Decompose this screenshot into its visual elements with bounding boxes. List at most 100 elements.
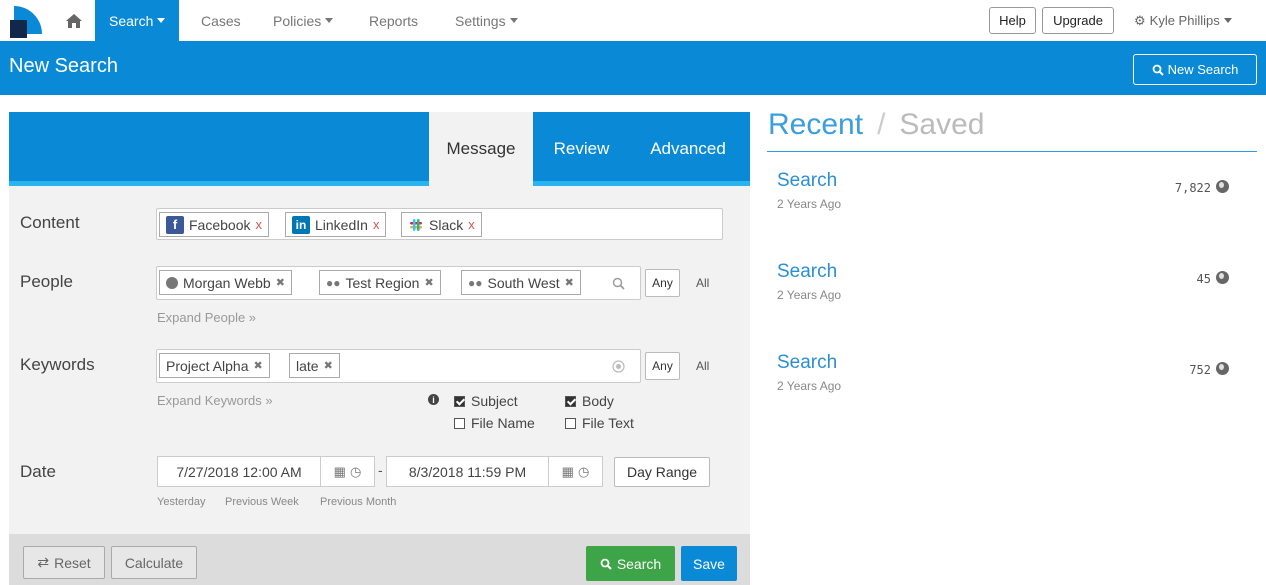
nav-reports-label: Reports xyxy=(369,12,419,29)
checkbox-icon xyxy=(454,395,465,407)
nav-policies-label: Policies xyxy=(273,12,322,29)
tab-recent[interactable]: Recent xyxy=(768,108,863,142)
content-input[interactable]: f Facebook x in LinkedIn x Slack x xyxy=(156,208,723,240)
people-input[interactable]: Morgan Webb ✖ ●● Test Region ✖ ●● South … xyxy=(156,266,641,300)
remove-tag-icon[interactable]: x xyxy=(373,217,380,232)
recent-item[interactable]: Search 2 Years Ago 752 xyxy=(777,352,1237,402)
checkbox-icon xyxy=(454,417,465,429)
upgrade-button[interactable]: Upgrade xyxy=(1042,7,1114,34)
globe-icon xyxy=(1216,271,1229,284)
logo[interactable] xyxy=(10,6,42,38)
recent-item-name[interactable]: Search xyxy=(777,170,837,192)
user-menu[interactable]: ⚙ Kyle Phillips xyxy=(1134,0,1232,41)
check-label: Subject xyxy=(471,393,518,409)
tag-label: Facebook xyxy=(189,216,251,233)
nav-policies[interactable]: Policies xyxy=(273,0,334,41)
expand-people-link[interactable]: Expand People » xyxy=(157,310,256,325)
home-icon[interactable] xyxy=(55,0,92,41)
reset-label: Reset xyxy=(54,554,91,571)
check-subject[interactable]: Subject xyxy=(454,393,518,409)
people-label: People xyxy=(20,272,73,291)
check-file-text[interactable]: File Text xyxy=(565,415,634,431)
keywords-label: Keywords xyxy=(20,355,95,374)
page-title: New Search xyxy=(9,55,118,77)
help-button[interactable]: Help xyxy=(989,7,1036,34)
content-tag-facebook: f Facebook x xyxy=(159,212,269,237)
nav-reports[interactable]: Reports xyxy=(369,0,418,41)
divider xyxy=(767,151,1257,152)
quick-yesterday[interactable]: Yesterday xyxy=(157,496,206,508)
recent-item-name[interactable]: Search xyxy=(777,352,837,374)
remove-tag-icon[interactable]: ✖ xyxy=(565,276,574,289)
chevron-down-icon xyxy=(157,18,166,23)
check-file-name[interactable]: File Name xyxy=(454,415,535,431)
check-label: Body xyxy=(582,393,614,409)
nav-search[interactable]: Search xyxy=(95,0,180,41)
people-any-button[interactable]: Any xyxy=(645,269,680,297)
date-start-picker[interactable]: ▦ ◷ xyxy=(320,456,375,487)
remove-tag-icon[interactable]: ✖ xyxy=(254,359,263,372)
remove-tag-icon[interactable]: ✖ xyxy=(424,276,433,289)
search-icon xyxy=(1152,64,1164,76)
keywords-input[interactable]: Project Alpha ✖ late ✖ xyxy=(156,349,641,383)
linkedin-icon: in xyxy=(292,215,310,234)
recent-item-count: 752 xyxy=(1189,363,1211,377)
recent-saved-header: Recent / Saved xyxy=(768,108,984,142)
calculate-button[interactable]: Calculate xyxy=(111,546,197,579)
calendar-icon: ▦ xyxy=(561,463,574,479)
new-search-label: New Search xyxy=(1167,62,1239,77)
search-icon xyxy=(600,558,612,570)
tab-advanced[interactable]: Advanced xyxy=(635,112,741,186)
content-label: Content xyxy=(20,213,80,232)
tag-label: late xyxy=(296,357,319,374)
search-icon[interactable] xyxy=(612,277,625,290)
keywords-all-option[interactable]: All xyxy=(696,359,709,373)
tab-message[interactable]: Message xyxy=(429,112,533,186)
remove-tag-icon[interactable]: ✖ xyxy=(324,359,333,372)
date-end-input[interactable]: 8/3/2018 11:59 PM xyxy=(386,456,549,487)
tag-label: LinkedIn xyxy=(315,216,368,233)
tag-label: Slack xyxy=(429,216,464,233)
check-body[interactable]: Body xyxy=(565,393,614,409)
remove-tag-icon[interactable]: x xyxy=(468,217,475,232)
check-label: File Name xyxy=(471,415,535,431)
nav-cases[interactable]: Cases xyxy=(201,0,241,41)
day-range-button[interactable]: Day Range xyxy=(614,457,710,487)
content-tag-slack: Slack x xyxy=(401,212,482,237)
keyword-tag: late ✖ xyxy=(289,353,340,378)
save-button[interactable]: Save xyxy=(681,546,737,581)
quick-previous-month[interactable]: Previous Month xyxy=(320,496,396,508)
info-icon[interactable]: i xyxy=(428,394,439,405)
expand-keywords-link[interactable]: Expand Keywords » xyxy=(157,393,273,408)
tab-separator: / xyxy=(877,108,886,141)
people-tag-group: ●● South West ✖ xyxy=(461,270,581,295)
nav-settings[interactable]: Settings xyxy=(455,0,518,41)
remove-tag-icon[interactable]: x xyxy=(255,217,262,232)
search-button[interactable]: Search xyxy=(586,546,675,581)
recent-item-time: 2 Years Ago xyxy=(777,379,842,393)
reset-button[interactable]: ⇄ Reset xyxy=(23,546,105,579)
recent-item-name[interactable]: Search xyxy=(777,261,837,283)
nav-settings-label: Settings xyxy=(455,12,506,29)
recent-item-count: 7,822 xyxy=(1174,181,1211,195)
quick-previous-week[interactable]: Previous Week xyxy=(225,496,299,508)
keywords-any-button[interactable]: Any xyxy=(645,352,680,380)
group-icon: ●● xyxy=(326,275,341,290)
remove-tag-icon[interactable]: ✖ xyxy=(276,276,285,289)
check-label: File Text xyxy=(582,415,634,431)
chevron-down-icon xyxy=(325,18,334,23)
people-all-option[interactable]: All xyxy=(696,276,709,290)
chevron-down-icon xyxy=(1223,18,1232,23)
people-tag-user: Morgan Webb ✖ xyxy=(159,270,292,295)
target-icon[interactable] xyxy=(612,360,625,373)
date-end-picker[interactable]: ▦ ◷ xyxy=(548,456,603,487)
recent-item[interactable]: Search 2 Years Ago 7,822 xyxy=(777,170,1237,220)
tab-saved[interactable]: Saved xyxy=(899,108,984,142)
slack-icon xyxy=(410,218,422,231)
new-search-button[interactable]: New Search xyxy=(1133,54,1257,85)
tag-label: South West xyxy=(487,274,560,291)
date-start-input[interactable]: 7/27/2018 12:00 AM xyxy=(157,456,321,487)
tab-review[interactable]: Review xyxy=(538,112,625,186)
panel-footer: ⇄ Reset Calculate Search Save xyxy=(9,534,750,585)
recent-item[interactable]: Search 2 Years Ago 45 xyxy=(777,261,1237,311)
